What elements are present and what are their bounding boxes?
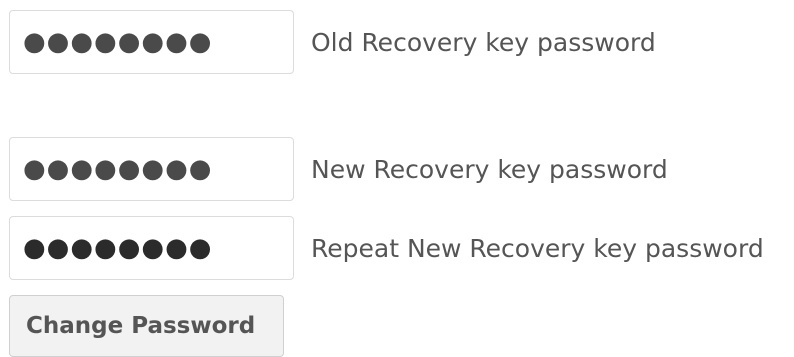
old-password-input[interactable]: ●●●●●●●●: [9, 10, 294, 74]
repeat-password-input[interactable]: ●●●●●●●●: [9, 216, 294, 280]
old-password-label: Old Recovery key password: [311, 27, 656, 57]
new-password-row: ●●●●●●●● New Recovery key password: [9, 136, 668, 202]
new-password-mask: ●●●●●●●●: [23, 154, 213, 184]
old-password-row: ●●●●●●●● Old Recovery key password: [9, 9, 656, 75]
new-password-label: New Recovery key password: [311, 154, 668, 184]
repeat-password-label: Repeat New Recovery key password: [311, 233, 764, 263]
new-password-input[interactable]: ●●●●●●●●: [9, 137, 294, 201]
old-password-mask: ●●●●●●●●: [23, 27, 213, 57]
repeat-password-row: ●●●●●●●● Repeat New Recovery key passwor…: [9, 215, 764, 281]
change-password-button[interactable]: Change Password: [9, 295, 284, 357]
repeat-password-mask: ●●●●●●●●: [23, 233, 213, 263]
